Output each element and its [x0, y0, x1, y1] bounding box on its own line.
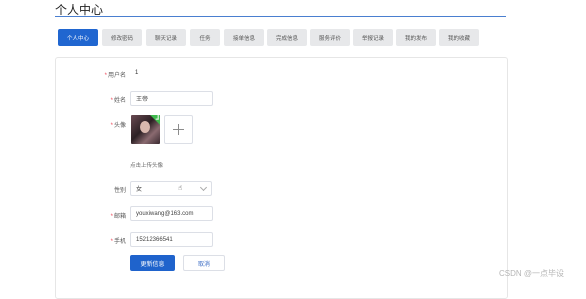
name-input[interactable]: 王帝 — [130, 91, 213, 106]
avatar-upload-hint: 点击上传头像 — [130, 163, 164, 169]
name-input-value: 王帝 — [136, 97, 149, 103]
gender-label: 性别 — [113, 188, 126, 194]
update-info-button[interactable]: 更新信息 — [130, 255, 175, 271]
username-label: *用户名 — [104, 73, 126, 79]
tab-completed-info[interactable]: 完成信息 — [267, 29, 307, 46]
email-field[interactable]: youxiwang@163.com — [130, 206, 213, 221]
username-value: 1 — [135, 70, 139, 76]
tab-service-review[interactable]: 服务评价 — [310, 29, 350, 46]
required-mark: * — [110, 123, 113, 129]
tab-bar: 个人中心 修改密码 聊天记录 任务 接单信息 完成信息 服务评价 举报记录 我的… — [58, 29, 488, 46]
phone-field[interactable]: 15212366541 — [130, 232, 213, 247]
tab-my-posts[interactable]: 我的发布 — [396, 29, 436, 46]
tab-chat-records[interactable]: 聊天记录 — [146, 29, 186, 46]
tab-change-password[interactable]: 修改密码 — [102, 29, 142, 46]
tab-tasks[interactable]: 任务 — [190, 29, 220, 46]
watermark: CSDN @一点毕设 — [499, 269, 565, 278]
phone-label: *手机 — [110, 239, 126, 245]
gender-select[interactable]: 女 ☝ — [130, 181, 212, 196]
profile-form-card — [55, 57, 508, 299]
avatar-upload-button[interactable] — [164, 115, 193, 144]
phone-field-value: 15212366541 — [136, 236, 173, 243]
chevron-down-icon — [199, 183, 208, 192]
required-mark: * — [110, 98, 113, 104]
name-label: *姓名 — [110, 98, 126, 104]
required-mark: * — [110, 214, 113, 220]
avatar[interactable] — [131, 115, 160, 144]
gender-select-value: 女 — [136, 187, 143, 193]
check-icon — [150, 115, 160, 125]
tab-report-records[interactable]: 举报记录 — [353, 29, 393, 46]
tab-my-favorites[interactable]: 我的收藏 — [439, 29, 479, 46]
tab-personal-center[interactable]: 个人中心 — [58, 29, 98, 46]
avatar-image — [140, 121, 150, 133]
tab-order-info[interactable]: 接单信息 — [224, 29, 264, 46]
required-mark: * — [110, 239, 113, 245]
cancel-button[interactable]: 取消 — [183, 255, 225, 271]
email-field-value: youxiwang@163.com — [136, 210, 194, 217]
plus-icon — [173, 124, 184, 135]
required-mark: * — [104, 73, 107, 79]
avatar-label: *头像 — [110, 123, 126, 129]
title-underline — [55, 16, 506, 17]
hand-cursor-icon: ☝ — [178, 185, 183, 192]
email-label: *邮箱 — [110, 214, 126, 220]
